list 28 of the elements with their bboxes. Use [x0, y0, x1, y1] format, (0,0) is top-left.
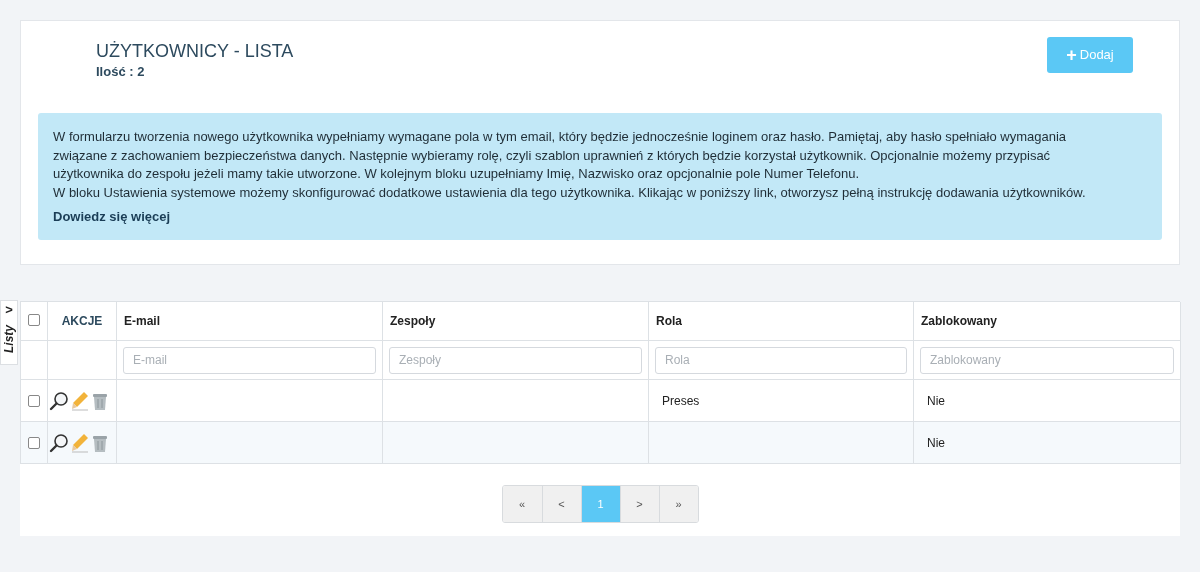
side-tab[interactable]: > Listy [0, 300, 18, 365]
filter-field[interactable]: E-mail [123, 346, 376, 374]
column-header: AKCJE [61, 313, 103, 330]
column-header[interactable]: E-mail [124, 312, 160, 330]
page-button[interactable]: > [619, 486, 659, 522]
checkbox[interactable] [28, 314, 40, 326]
page-title: UŻYTKOWNICY - LISTA [96, 40, 294, 63]
plus-icon: + [1066, 46, 1077, 64]
page-button[interactable]: « [502, 486, 542, 522]
filter-field[interactable]: Zespoły [389, 346, 642, 374]
filter-field[interactable]: Rola [655, 346, 907, 374]
page-button[interactable]: » [658, 486, 698, 522]
column-header[interactable]: Rola [656, 312, 682, 330]
page-button[interactable]: < [541, 486, 581, 522]
count-label: Ilość : 2 [96, 63, 146, 81]
column-header[interactable]: Zablokowany [921, 312, 997, 330]
column-header[interactable]: Zespoły [390, 312, 436, 330]
table-cell: Nie [914, 422, 1181, 464]
info-text: W bloku Ustawienia systemowe możemy skonfigurować dodatkowe ustawienia dla tego użytkownika. Klikając w poniższy link, otworzysz pełną instrukcję dodawania użytkowników. [53, 183, 1087, 202]
checkbox[interactable] [28, 394, 40, 407]
filter-field[interactable]: Zablokowany [920, 346, 1174, 374]
chevron-icon: > [5, 303, 13, 317]
info-text: W formularzu tworzenia nowego użytkownika wypełniamy wymagane pola w tym email, który będzie jednocześnie loginem oraz hasło. Pamiętaj, aby hasło spełniało wymagania związane z zachowaniem bezpieczeństwa danych. Następnie wybieramy rolę, czyli szablon uprawnień z których będzie korzystał użytkownik. Opcjonalnie możemy przypisać użytkownika do zespołu jeżeli mamy takie utworzone. W kolejnym bloku uzupełniamy Imię, Nazwisko oraz opcjonalnie pole Numer Telefonu. [53, 128, 1068, 183]
learn-more-link[interactable]: Dowiedz się więcej [53, 208, 171, 227]
side-tab-label: Listy [1, 323, 17, 355]
magnifier-icon[interactable] [49, 390, 69, 411]
magnifier-icon[interactable] [49, 432, 69, 453]
checkbox[interactable] [28, 436, 40, 449]
